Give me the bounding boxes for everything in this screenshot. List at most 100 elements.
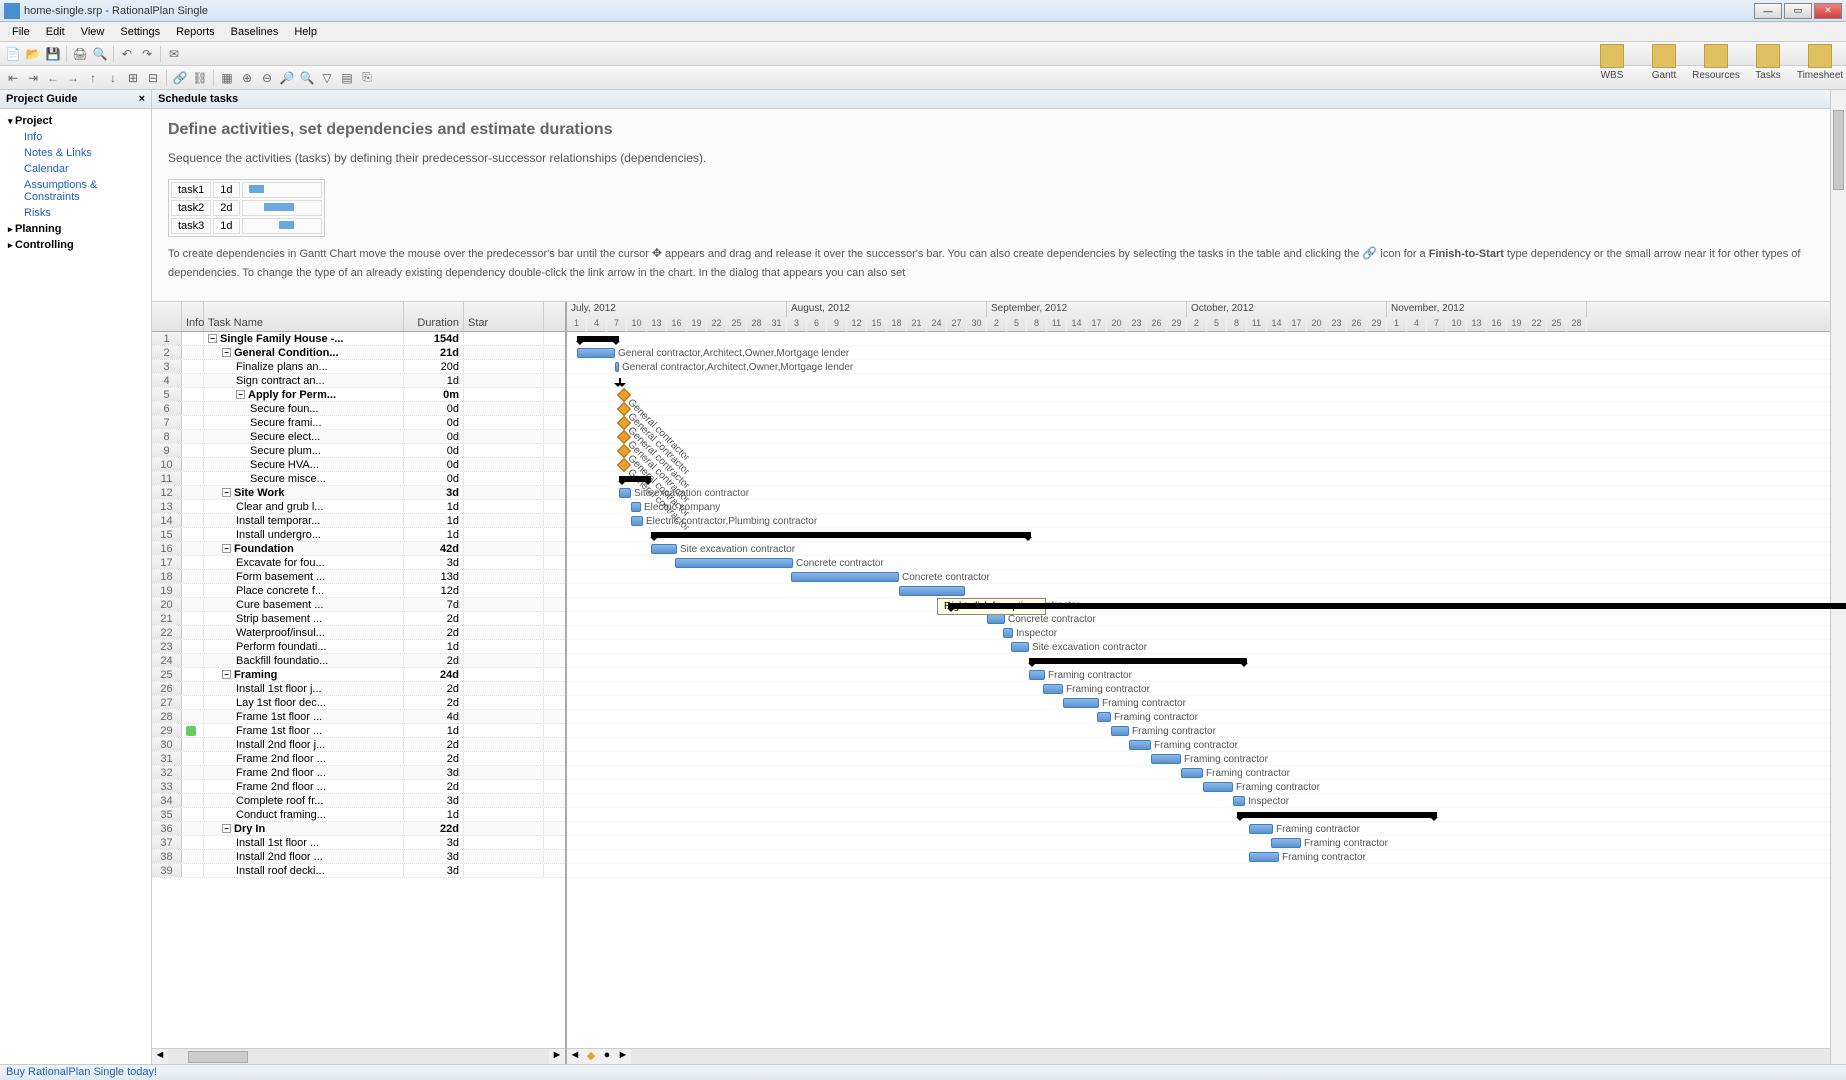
gantt-task-bar[interactable]: General contractor,Architect,Owner,Mortg… xyxy=(577,348,615,358)
maximize-button[interactable]: ▭ xyxy=(1784,3,1812,19)
save-icon[interactable]: 💾 xyxy=(44,45,62,63)
table-row[interactable]: 17Excavate for fou...3d xyxy=(152,556,565,570)
menu-settings[interactable]: Settings xyxy=(112,24,168,40)
table-row[interactable]: 12−Site Work3d xyxy=(152,486,565,500)
indent-icon[interactable]: ⇥ xyxy=(24,69,42,87)
gantt-row[interactable]: Concrete contractor xyxy=(567,570,1846,584)
gantt-milestone[interactable]: General contractor xyxy=(617,416,631,430)
table-row[interactable]: 2−General Condition...21d xyxy=(152,346,565,360)
gantt-row[interactable]: Framing contractor xyxy=(567,780,1846,794)
delete-icon[interactable]: ⊟ xyxy=(144,69,162,87)
mail-icon[interactable]: ✉ xyxy=(165,45,183,63)
table-row[interactable]: 4Sign contract an...1d xyxy=(152,374,565,388)
sidebar-item-controlling[interactable]: Controlling xyxy=(0,237,151,253)
header-info[interactable]: Info xyxy=(182,302,204,331)
gantt-summary-bar[interactable] xyxy=(948,603,1846,609)
unlink-icon[interactable]: ⛓ xyxy=(191,69,209,87)
gantt-task-bar[interactable]: Electric company xyxy=(631,502,641,512)
gantt-row[interactable]: Framing contractor xyxy=(567,710,1846,724)
gantt-task-bar[interactable]: Framing contractor xyxy=(1029,670,1045,680)
sidebar-item-notes-links[interactable]: Notes & Links xyxy=(0,145,151,161)
menu-help[interactable]: Help xyxy=(286,24,325,40)
sidebar-item-assumptions-constraints[interactable]: Assumptions & Constraints xyxy=(0,177,151,205)
table-row[interactable]: 27Lay 1st floor dec...2d xyxy=(152,696,565,710)
table-row[interactable]: 39Install roof decki...3d xyxy=(152,864,565,878)
close-button[interactable]: ✕ xyxy=(1814,3,1842,19)
table-row[interactable]: 31Frame 2nd floor ...2d xyxy=(152,752,565,766)
table-row[interactable]: 34Complete roof fr...3d xyxy=(152,794,565,808)
menu-baselines[interactable]: Baselines xyxy=(223,24,287,40)
add-icon[interactable]: ⊞ xyxy=(124,69,142,87)
gantt-task-bar[interactable]: Framing contractor xyxy=(1249,852,1279,862)
copy-icon[interactable]: ⎘ xyxy=(358,69,376,87)
view-tasks-button[interactable]: Tasks xyxy=(1746,44,1790,81)
sidebar-close-icon[interactable]: × xyxy=(139,93,145,105)
gantt-row[interactable]: General contractor xyxy=(567,402,1846,416)
table-row[interactable]: 5−Apply for Perm...0m xyxy=(152,388,565,402)
zoom-out-icon[interactable]: 🔍 xyxy=(298,69,316,87)
gantt-task-bar[interactable]: Framing contractor xyxy=(1181,768,1203,778)
gantt-row[interactable]: Framing contractor xyxy=(567,696,1846,710)
gantt-task-bar[interactable]: Concrete contractor xyxy=(791,572,899,582)
table-row[interactable]: 33Frame 2nd floor ...2d xyxy=(152,780,565,794)
table-row[interactable]: 21Strip basement ...2d xyxy=(152,612,565,626)
table-row[interactable]: 32Frame 2nd floor ...3d xyxy=(152,766,565,780)
gantt-row[interactable] xyxy=(567,374,1846,388)
gantt-row[interactable]: Electric company xyxy=(567,500,1846,514)
gantt-row[interactable]: General contractor xyxy=(567,388,1846,402)
gantt-summary-bar[interactable] xyxy=(1237,812,1437,818)
gantt-row[interactable]: Framing contractor xyxy=(567,822,1846,836)
table-row[interactable]: 37Install 1st floor ...3d xyxy=(152,836,565,850)
menu-view[interactable]: View xyxy=(73,24,113,40)
table-row[interactable]: 38Install 2nd floor ...3d xyxy=(152,850,565,864)
redo-icon[interactable]: ↷ xyxy=(138,45,156,63)
move-down-icon[interactable]: ↓ xyxy=(104,69,122,87)
table-row[interactable]: 24Backfill foundatio...2d xyxy=(152,654,565,668)
sidebar-item-calendar[interactable]: Calendar xyxy=(0,161,151,177)
gantt-task-bar[interactable]: Framing contractor xyxy=(1111,726,1129,736)
gantt-row[interactable]: Framing contractor xyxy=(567,836,1846,850)
gantt-task-bar[interactable]: Inspector xyxy=(1233,796,1245,806)
gantt-row[interactable]: Framing contractor xyxy=(567,752,1846,766)
table-row[interactable]: 18Form basement ...13d xyxy=(152,570,565,584)
table-row[interactable]: 36−Dry In22d xyxy=(152,822,565,836)
table-row[interactable]: 30Install 2nd floor j...2d xyxy=(152,738,565,752)
gantt-task-bar[interactable]: Concrete contractor xyxy=(675,558,793,568)
gantt-summary-bar[interactable] xyxy=(619,378,621,384)
gantt-task-bar[interactable]: Inspector xyxy=(1003,628,1013,638)
table-row[interactable]: 7Secure frami...0d xyxy=(152,416,565,430)
gantt-task-bar[interactable]: Concrete contractor xyxy=(987,614,1005,624)
gantt-summary-bar[interactable] xyxy=(577,336,619,342)
gantt-row[interactable] xyxy=(567,332,1846,346)
outdent-icon[interactable]: ⇤ xyxy=(4,69,22,87)
minimize-button[interactable]: — xyxy=(1754,3,1782,19)
move-left-icon[interactable]: ← xyxy=(44,69,62,87)
vertical-scrollbar[interactable] xyxy=(1830,90,1846,1064)
view-gantt-button[interactable]: Gantt xyxy=(1642,44,1686,81)
table-row[interactable]: 29Frame 1st floor ...1d xyxy=(152,724,565,738)
sidebar-item-planning[interactable]: Planning xyxy=(0,221,151,237)
undo-icon[interactable]: ↶ xyxy=(118,45,136,63)
gantt-row[interactable]: Concrete contractor xyxy=(567,556,1846,570)
gantt-task-bar[interactable]: Site excavation contractor xyxy=(651,544,677,554)
table-row[interactable]: 26Install 1st floor j...2d xyxy=(152,682,565,696)
table-row[interactable]: 19Place concrete f...12d xyxy=(152,584,565,598)
gantt-milestone[interactable]: General contractor xyxy=(617,458,631,472)
gantt-task-bar[interactable]: Framing contractor xyxy=(1129,740,1151,750)
table-row[interactable]: 20Cure basement ...7d xyxy=(152,598,565,612)
gantt-task-bar[interactable]: Framing contractor xyxy=(1097,712,1111,722)
gantt-task-bar[interactable]: Site excavation contractor xyxy=(1011,642,1029,652)
gantt-row[interactable] xyxy=(567,528,1846,542)
gantt-milestone[interactable]: General contractor xyxy=(617,388,631,402)
table-row[interactable]: 28Frame 1st floor ...4d xyxy=(152,710,565,724)
table-row[interactable]: 23Perform foundati...1d xyxy=(152,640,565,654)
table-row[interactable]: 11Secure misce...0d xyxy=(152,472,565,486)
table-row[interactable]: 16−Foundation42d xyxy=(152,542,565,556)
table-row[interactable]: 8Secure elect...0d xyxy=(152,430,565,444)
statusbar[interactable]: Buy RationalPlan Single today! xyxy=(0,1064,1846,1080)
gantt-row[interactable]: General contractor,Architect,Owner,Mortg… xyxy=(567,346,1846,360)
gantt-row[interactable]: General contractor xyxy=(567,416,1846,430)
print-icon[interactable]: 🖨 xyxy=(71,45,89,63)
open-icon[interactable]: 📂 xyxy=(24,45,42,63)
gantt-row[interactable] xyxy=(567,654,1846,668)
